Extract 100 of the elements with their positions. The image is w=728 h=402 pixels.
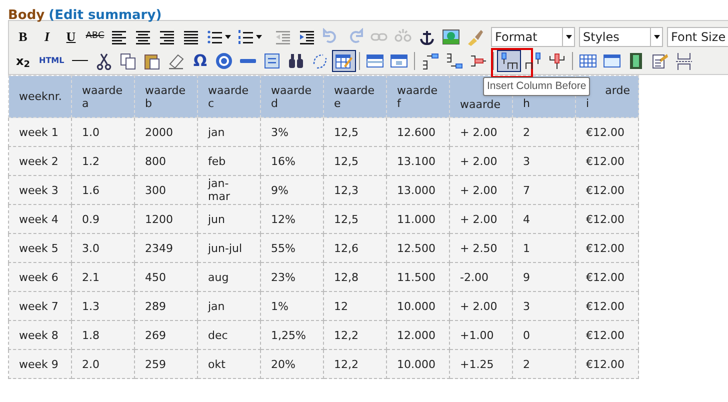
column-before-icon [500, 52, 518, 70]
table-cell: +1.00 [450, 320, 512, 350]
table-cell: 12,8 [324, 262, 386, 292]
caret-icon [225, 34, 231, 38]
table-cell: €12.00 [576, 320, 638, 350]
table-cell: jan [198, 292, 260, 320]
tooltip: Insert Column Before [483, 77, 590, 96]
numbered-list-icon [237, 28, 255, 46]
table-cell: 13.000 [386, 176, 450, 204]
special-character-button[interactable]: Ω [188, 50, 212, 72]
table-cell: 13.100 [386, 146, 450, 176]
caret-icon [256, 34, 262, 38]
table-cell: 12.500 [386, 234, 450, 262]
style-dropdown[interactable]: Font Size [667, 26, 728, 46]
table-cell: 12,5 [324, 146, 386, 176]
help-icon [215, 52, 234, 70]
table-cell: feb [198, 146, 260, 176]
bold-button[interactable]: B [11, 26, 35, 48]
style-dropdown[interactable]: Styles [579, 26, 663, 46]
table-cell: 3 [512, 292, 576, 320]
delete-column-icon [548, 52, 566, 70]
table-cell: 20% [260, 350, 324, 378]
table-cell: 269 [134, 320, 198, 350]
table-edit-button[interactable] [332, 50, 356, 72]
table-cell: week 1 [8, 118, 72, 146]
table-cell: 259 [134, 350, 198, 378]
table-cell: 3 [512, 146, 576, 176]
horizontal-bar-icon [240, 58, 256, 62]
table-cell: €12.00 [576, 262, 638, 292]
table-cell: + 2.00 [450, 118, 512, 146]
table-cell: jan-mar [198, 176, 260, 204]
table-cell: 10.000 [386, 350, 450, 378]
header-cell: waarde a [72, 76, 134, 118]
html-button[interactable]: HTML [35, 50, 68, 72]
table-row-icon [366, 52, 384, 70]
table-cell: 9 [512, 262, 576, 292]
table-cell: 12.000 [386, 320, 450, 350]
table-cell: 800 [134, 146, 198, 176]
layer-icon [263, 52, 282, 70]
table-cell: 2.0 [72, 350, 134, 378]
table-cell: 289 [134, 292, 198, 320]
table-cell: 7 [512, 176, 576, 204]
scissors-icon [95, 52, 114, 70]
copy-icon [119, 52, 138, 70]
subscript-button[interactable]: x$_{2}$ [11, 50, 35, 72]
table-cell: €12.00 [576, 292, 638, 320]
field-label: Body [8, 9, 45, 22]
table-cell: 12 [324, 292, 386, 320]
header-cell: waarde b [134, 76, 198, 118]
table-cell: 2 [512, 118, 576, 146]
table-cell: 2 [512, 350, 576, 378]
table-cell: 1 [512, 234, 576, 262]
binoculars-icon [287, 52, 306, 70]
strikethrough-button[interactable]: ABC [83, 26, 107, 48]
table-cell: week 2 [8, 146, 72, 176]
table-cell: jun [198, 204, 260, 234]
table-cell: -2.00 [450, 262, 512, 292]
table-cell: 12,5 [324, 118, 386, 146]
table-cell: 11.000 [386, 204, 450, 234]
table-cell: €12.00 [576, 118, 638, 146]
table-cell: 1% [260, 292, 324, 320]
table-grid-icon [579, 52, 598, 70]
table-cell: 450 [134, 262, 198, 292]
italic-button[interactable]: I [35, 26, 59, 48]
table-cell: €12.00 [576, 204, 638, 234]
header-cell: waarde e [324, 76, 386, 118]
table-cell: +1.25 [450, 350, 512, 378]
table-cell: 1.6 [72, 176, 134, 204]
column-after-icon [524, 52, 542, 70]
table-cell: 300 [134, 176, 198, 204]
table-cell: 12% [260, 204, 324, 234]
caret-icon [654, 34, 660, 38]
table-cell: + 2.00 [450, 146, 512, 176]
table-cell: 12.600 [386, 118, 450, 146]
table-cell: + 2.00 [450, 176, 512, 204]
table-cell: 55% [260, 234, 324, 262]
table-cell: 0.9 [72, 204, 134, 234]
edit-summary-link[interactable]: (Edit summary) [48, 9, 162, 22]
table-cell: €12.00 [576, 146, 638, 176]
bullet-list-icon [206, 28, 224, 46]
style-dropdown[interactable]: Format [491, 26, 575, 46]
table-cell: 12,2 [324, 320, 386, 350]
table-cell: €12.00 [576, 234, 638, 262]
table-cell: 12,3 [324, 176, 386, 204]
table-cell: + 2.00 [450, 292, 512, 320]
table-cell: 12,5 [324, 204, 386, 234]
table-cell: week 8 [8, 320, 72, 350]
table-cell: 0 [512, 320, 576, 350]
row-before-icon [421, 52, 440, 70]
table-cell: aug [198, 262, 260, 292]
header-cell: waarde d [260, 76, 324, 118]
table-edit-icon [335, 52, 354, 70]
column-before-button[interactable] [497, 50, 522, 72]
brush-icon [466, 28, 484, 46]
table-cell: 4 [512, 204, 576, 234]
table-cell: week 6 [8, 262, 72, 292]
underline-button[interactable]: U [59, 26, 83, 48]
table-cell: dec [198, 320, 260, 350]
table-cell: €12.00 [576, 176, 638, 204]
table-cell: week 5 [8, 234, 72, 262]
